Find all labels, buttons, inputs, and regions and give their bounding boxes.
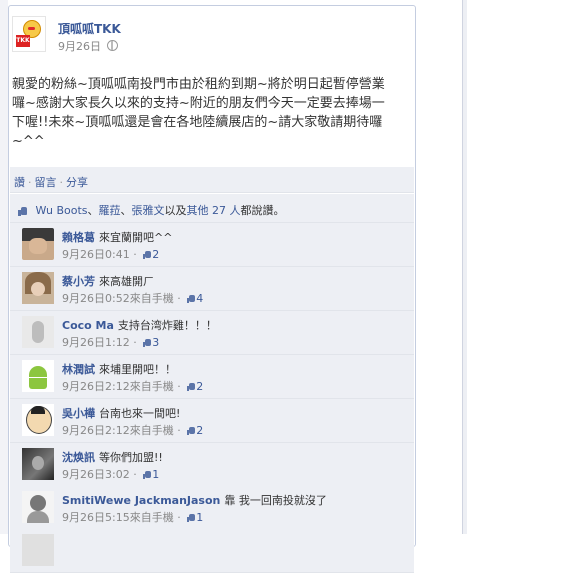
comment-item: 蔡小芳 來高雄開ㄏ 9月26日0:52來自手機 · 4	[10, 267, 414, 311]
comment-via: 來自手機	[129, 380, 174, 393]
like-link[interactable]: 讚	[14, 176, 25, 189]
page-name-link[interactable]: 頂呱呱TKK	[58, 20, 121, 37]
commenter-avatar[interactable]	[22, 534, 54, 566]
post-time-link[interactable]: 9月26日	[58, 40, 101, 53]
comment-text: 來埔里開吧！！	[99, 363, 176, 376]
comment-like-icon	[187, 383, 196, 391]
comment-item: 林潤試 來埔里開吧！！ 9月26日2:12來自手機 · 2	[10, 355, 414, 399]
commenter-name[interactable]: 吳小樺	[62, 407, 95, 420]
liker-link[interactable]: 張雅文	[132, 204, 165, 217]
comment-text: 台南也來一間吧!	[99, 407, 181, 420]
comment-like-icon	[187, 295, 196, 303]
action-separator: ·	[28, 176, 32, 189]
commenter-avatar[interactable]	[22, 491, 54, 523]
commenter-name[interactable]: 賴格葛	[62, 231, 95, 244]
comment-time[interactable]: 9月26日0:41	[62, 248, 130, 261]
comment-link[interactable]: 留言	[35, 176, 57, 189]
comment-like-count[interactable]: 2	[184, 380, 203, 393]
commenter-avatar[interactable]	[22, 448, 54, 480]
comment-text: 等你們加盟!!	[99, 451, 163, 464]
page-avatar[interactable]: TKK	[12, 16, 46, 52]
comment-text: 支持台湾炸雞！！！	[117, 319, 217, 332]
comment-via: 來自手機	[129, 292, 174, 305]
commenter-avatar[interactable]	[22, 272, 54, 304]
commenter-avatar[interactable]	[22, 360, 54, 392]
comment-text: 靠 我一回南投就沒了	[224, 494, 327, 507]
globe-icon	[107, 40, 118, 51]
commenter-avatar[interactable]	[22, 404, 54, 436]
commenter-name[interactable]: 沈焕訊	[62, 451, 95, 464]
like-thumb-icon	[18, 206, 27, 216]
comment-via: 來自手機	[129, 511, 174, 524]
comment-time[interactable]: 9月26日5:15	[62, 511, 130, 524]
comment-item: 沈焕訊 等你們加盟!! 9月26日3:02 · 1	[10, 443, 414, 487]
comment-like-count[interactable]: 2	[184, 424, 203, 437]
commenter-name[interactable]: 蔡小芳	[62, 275, 95, 288]
comment-like-count[interactable]: 2	[140, 248, 159, 261]
comment-time[interactable]: 9月26日3:02	[62, 468, 130, 481]
share-link[interactable]: 分享	[66, 176, 88, 189]
comment-via: 來自手機	[129, 424, 174, 437]
commenter-avatar[interactable]	[22, 316, 54, 348]
action-separator: ·	[59, 176, 64, 189]
liker-separator: 、	[120, 204, 132, 217]
comment-like-icon	[143, 339, 152, 347]
comment-like-count[interactable]: 1	[184, 511, 203, 524]
logo-tag: TKK	[16, 35, 30, 47]
commenter-name[interactable]: SmitiWewe JackmanJason	[62, 494, 220, 507]
right-column-divider	[463, 0, 467, 534]
left-background	[0, 0, 8, 534]
comment-item: Coco Ma 支持台湾炸雞！！！ 9月26日1:12 · 3	[10, 311, 414, 355]
comment-like-count[interactable]: 3	[140, 336, 159, 349]
comment-like-icon	[187, 514, 196, 522]
comment-time[interactable]: 9月26日0:52	[62, 292, 130, 305]
likes-conjunction: 以及	[164, 204, 187, 217]
likes-summary: Wu Boots、羅菈、張雅文以及其他 27 人都說讚。	[10, 194, 414, 223]
post-timestamp: 9月26日	[58, 38, 118, 54]
comment-like-icon	[143, 471, 152, 479]
comment-like-count[interactable]: 4	[184, 292, 203, 305]
comment-item: 吳小樺 台南也來一間吧! 9月26日2:12來自手機 · 2	[10, 399, 414, 443]
liker-separator: 、	[87, 204, 99, 217]
right-column	[462, 0, 576, 534]
comment-text: 來宜蘭開吧^^	[99, 231, 173, 244]
likes-suffix: 都說讚。	[240, 204, 285, 217]
comment-item: SmitiWewe JackmanJason 靠 我一回南投就沒了 9月26日5:…	[10, 486, 414, 530]
commenter-name[interactable]: 林潤試	[62, 363, 95, 376]
post-actions: 讚 · 留言 · 分享	[10, 167, 414, 193]
post-body: 親愛的粉絲~頂呱呱南投門市由於租約到期~將於明日起暫停營業囉~感謝大家長久以來的…	[12, 77, 385, 149]
comment-item-partial	[10, 529, 414, 573]
comment-time[interactable]: 9月26日2:12	[62, 380, 130, 393]
liker-link[interactable]: Wu Boots	[36, 204, 88, 217]
comment-like-icon	[187, 427, 196, 435]
commenter-name[interactable]: Coco Ma	[62, 319, 114, 332]
comment-text: 來高雄開ㄏ	[99, 275, 154, 288]
comment-time[interactable]: 9月26日2:12	[62, 424, 130, 437]
comment-like-icon	[143, 251, 152, 259]
other-likers-link[interactable]: 其他 27 人	[187, 204, 241, 217]
comment-item: 賴格葛 來宜蘭開吧^^ 9月26日0:41 · 2	[10, 223, 414, 267]
comment-time[interactable]: 9月26日1:12	[62, 336, 130, 349]
liker-link[interactable]: 羅菈	[99, 204, 121, 217]
commenter-avatar[interactable]	[22, 228, 54, 260]
comment-like-count[interactable]: 1	[140, 468, 159, 481]
